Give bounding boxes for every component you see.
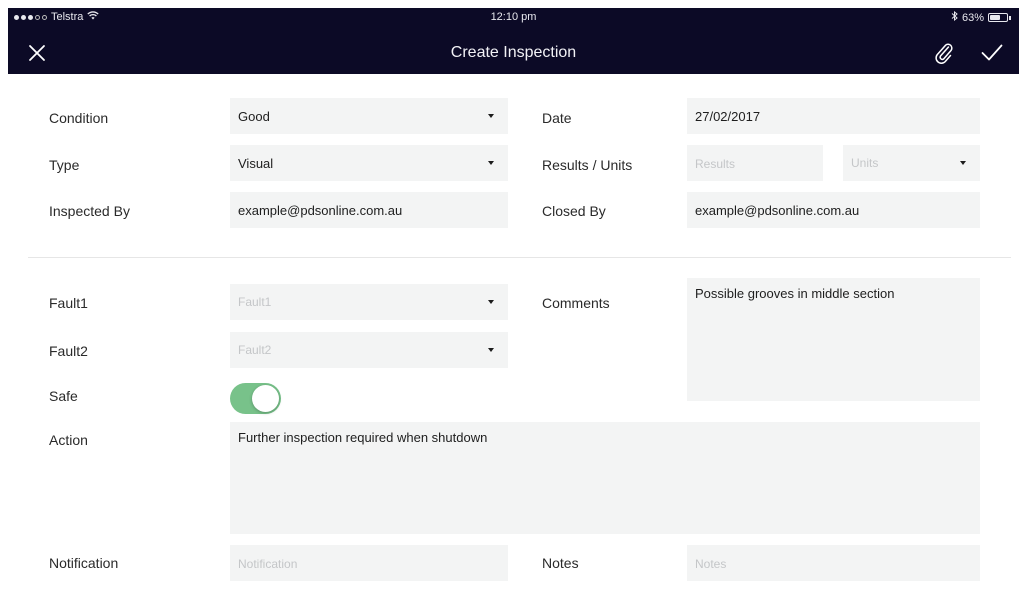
chevron-down-icon (488, 161, 494, 165)
action-label: Action (49, 432, 88, 448)
fault2-placeholder: Fault2 (238, 343, 272, 357)
notes-input[interactable] (695, 545, 972, 581)
units-select[interactable]: Units (843, 145, 980, 181)
notification-input[interactable] (238, 545, 500, 581)
results-units-label: Results / Units (542, 157, 633, 173)
closed-by-value: example@pdsonline.com.au (695, 203, 860, 218)
inspected-by-value: example@pdsonline.com.au (238, 203, 403, 218)
inspected-by-label: Inspected By (49, 203, 130, 219)
notification-field[interactable] (230, 545, 508, 581)
safe-toggle[interactable] (230, 383, 281, 414)
battery-percent: 63% (961, 11, 984, 24)
type-value: Visual (238, 156, 274, 171)
action-value: Further inspection required when shutdow… (238, 430, 488, 445)
closed-by-field[interactable]: example@pdsonline.com.au (687, 192, 980, 228)
comments-label: Comments (542, 295, 610, 311)
done-button[interactable] (979, 40, 1005, 66)
checkmark-icon (981, 44, 1003, 61)
condition-value: Good (238, 109, 270, 124)
fault2-label: Fault2 (49, 343, 88, 359)
type-select[interactable]: Visual (230, 145, 508, 181)
results-input[interactable] (695, 145, 815, 181)
comments-textarea[interactable]: Possible grooves in middle section (687, 278, 980, 401)
chevron-down-icon (960, 161, 966, 165)
notification-label: Notification (49, 555, 119, 571)
safe-label: Safe (49, 388, 78, 404)
fault1-select[interactable]: Fault1 (230, 284, 508, 320)
battery-icon (988, 13, 1008, 22)
attach-button[interactable] (931, 40, 957, 66)
page-title: Create Inspection (450, 44, 577, 61)
paperclip-icon (935, 43, 953, 64)
type-label: Type (49, 157, 80, 173)
date-field[interactable]: 27/02/2017 (687, 98, 980, 134)
condition-label: Condition (49, 110, 109, 126)
condition-select[interactable]: Good (230, 98, 508, 134)
units-placeholder: Units (851, 156, 879, 170)
nav-bar: Create Inspection (8, 32, 1019, 72)
closed-by-label: Closed By (542, 203, 606, 219)
fault1-label: Fault1 (49, 295, 88, 311)
fault2-select[interactable]: Fault2 (230, 332, 508, 368)
status-bar: Telstra 12:10 pm 63% (8, 8, 1019, 28)
section-divider (28, 257, 1011, 258)
date-value: 27/02/2017 (695, 109, 761, 124)
header: Telstra 12:10 pm 63% Create Inspection (8, 8, 1019, 74)
chevron-down-icon (488, 114, 494, 118)
date-label: Date (542, 110, 572, 126)
bluetooth-icon (951, 10, 958, 24)
toggle-knob (252, 385, 279, 412)
comments-value: Possible grooves in middle section (695, 286, 895, 301)
results-field[interactable] (687, 145, 823, 181)
chevron-down-icon (488, 348, 494, 352)
battery-status: 63% (951, 10, 1011, 24)
notes-label: Notes (542, 555, 579, 571)
notes-field[interactable] (687, 545, 980, 581)
inspected-by-field[interactable]: example@pdsonline.com.au (230, 192, 508, 228)
chevron-down-icon (488, 300, 494, 304)
fault1-placeholder: Fault1 (238, 295, 272, 309)
status-time: 12:10 pm (490, 11, 537, 23)
action-textarea[interactable]: Further inspection required when shutdow… (230, 422, 980, 534)
